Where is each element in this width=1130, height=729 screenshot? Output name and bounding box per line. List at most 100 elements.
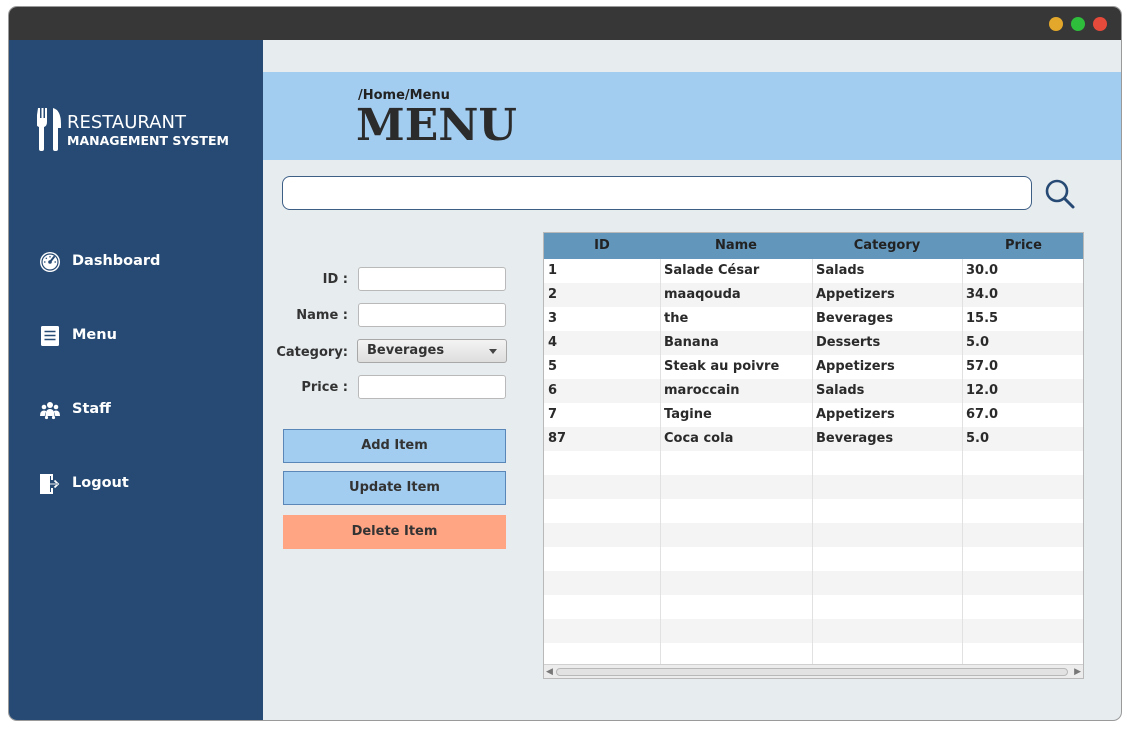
page-title: MENU	[356, 100, 517, 151]
menu-list-icon	[41, 326, 59, 346]
table-row-empty[interactable]	[544, 523, 1083, 547]
table-cell: Salade César	[664, 263, 760, 278]
staff-group-icon	[40, 402, 60, 420]
table-cell: 87	[548, 431, 567, 446]
dashboard-gauge-icon	[40, 252, 60, 272]
sidebar: RESTAURANT MANAGEMENT SYSTEM Dashboard M…	[9, 40, 263, 720]
menu-table: ID Name Category Price 1 Salade César Sala…	[543, 232, 1084, 679]
logo-title: RESTAURANT	[67, 112, 186, 133]
table-cell: Tagine	[664, 407, 712, 422]
table-row[interactable]: 5 Steak au poivre Appetizers 57.0	[544, 355, 1083, 379]
app-logo: RESTAURANT MANAGEMENT SYSTEM	[37, 107, 257, 155]
table-cell: Beverages	[816, 431, 894, 446]
column-divider	[660, 259, 661, 665]
table-cell: 12.0	[966, 383, 999, 398]
sidebar-item-label: Logout	[72, 475, 129, 491]
chevron-down-icon	[489, 349, 497, 354]
table-row[interactable]: 1 Salade César Salads 30.0	[544, 259, 1083, 283]
table-row-empty[interactable]	[544, 499, 1083, 523]
table-row[interactable]: 7 Tagine Appetizers 67.0	[544, 403, 1083, 427]
page-header: /Home/Menu MENU	[263, 72, 1121, 160]
maximize-button[interactable]	[1071, 17, 1085, 31]
table-cell: 4	[548, 335, 558, 350]
table-cell: 6	[548, 383, 558, 398]
logo-subtitle: MANAGEMENT SYSTEM	[67, 133, 229, 148]
name-field[interactable]	[358, 303, 506, 327]
table-cell: Coca cola	[664, 431, 734, 446]
sidebar-item-staff[interactable]: Staff	[39, 397, 239, 425]
category-selected-value: Beverages	[367, 343, 445, 358]
table-cell: 5	[548, 359, 558, 374]
sidebar-item-dashboard[interactable]: Dashboard	[39, 249, 239, 277]
table-cell: Beverages	[816, 311, 894, 326]
table-cell: 5.0	[966, 431, 990, 446]
table-row[interactable]: 4 Banana Desserts 5.0	[544, 331, 1083, 355]
search-input[interactable]	[282, 176, 1032, 210]
title-bar	[9, 7, 1121, 40]
table-cell: 7	[548, 407, 558, 422]
table-cell: Appetizers	[816, 287, 895, 302]
column-header-name[interactable]: Name	[660, 233, 812, 259]
table-cell: 1	[548, 263, 558, 278]
table-cell: 57.0	[966, 359, 999, 374]
price-label: Price :	[301, 380, 348, 395]
delete-item-button[interactable]: Delete Item	[283, 515, 506, 549]
table-cell: 15.5	[966, 311, 999, 326]
sidebar-item-label: Dashboard	[72, 253, 161, 269]
table-cell: 2	[548, 287, 558, 302]
table-row[interactable]: 2 maaqouda Appetizers 34.0	[544, 283, 1083, 307]
table-cell: 67.0	[966, 407, 999, 422]
table-cell: maroccain	[664, 383, 740, 398]
table-cell: Desserts	[816, 335, 881, 350]
table-row[interactable]: 3 the Beverages 15.5	[544, 307, 1083, 331]
add-item-button[interactable]: Add Item	[283, 429, 506, 463]
table-cell: Steak au poivre	[664, 359, 780, 374]
table-body: 1 Salade César Salads 30.0 2 maaqouda Appetize…	[544, 259, 1083, 665]
search-icon[interactable]	[1044, 178, 1076, 210]
table-header: ID Name Category Price	[544, 233, 1083, 259]
table-cell: 3	[548, 311, 558, 326]
name-label: Name :	[296, 308, 348, 323]
column-header-price[interactable]: Price	[962, 233, 1083, 259]
column-header-id[interactable]: ID	[544, 233, 660, 259]
horizontal-scrollbar[interactable]: ◀ ▶	[544, 664, 1083, 678]
table-row[interactable]: 6 maroccain Salads 12.0	[544, 379, 1083, 403]
logout-icon	[40, 474, 60, 494]
sidebar-item-label: Menu	[72, 327, 117, 343]
table-cell: 34.0	[966, 287, 999, 302]
table-cell: the	[664, 311, 689, 326]
update-item-button[interactable]: Update Item	[283, 471, 506, 505]
price-field[interactable]	[358, 375, 506, 399]
table-row-empty[interactable]	[544, 619, 1083, 643]
sidebar-item-logout[interactable]: Logout	[39, 471, 239, 499]
fork-knife-icon	[37, 108, 61, 151]
scroll-left-icon[interactable]: ◀	[546, 667, 553, 677]
category-select[interactable]: Beverages	[357, 339, 507, 363]
table-cell: Appetizers	[816, 359, 895, 374]
id-label: ID :	[322, 272, 348, 287]
table-cell: Salads	[816, 263, 865, 278]
table-cell: Appetizers	[816, 407, 895, 422]
scroll-right-icon[interactable]: ▶	[1074, 667, 1081, 677]
table-cell: Banana	[664, 335, 719, 350]
close-button[interactable]	[1093, 17, 1107, 31]
minimize-button[interactable]	[1049, 17, 1063, 31]
column-header-category[interactable]: Category	[812, 233, 962, 259]
table-row-empty[interactable]	[544, 451, 1083, 475]
table-row-empty[interactable]	[544, 571, 1083, 595]
column-divider	[812, 259, 813, 665]
table-row-empty[interactable]	[544, 547, 1083, 571]
table-row-empty[interactable]	[544, 475, 1083, 499]
id-field[interactable]	[358, 267, 506, 291]
table-row[interactable]: 87 Coca cola Beverages 5.0	[544, 427, 1083, 451]
sidebar-item-menu[interactable]: Menu	[39, 323, 239, 351]
category-label: Category:	[276, 345, 348, 360]
sidebar-item-label: Staff	[72, 401, 111, 417]
table-cell: 30.0	[966, 263, 999, 278]
table-cell: maaqouda	[664, 287, 741, 302]
table-cell: 5.0	[966, 335, 990, 350]
table-cell: Salads	[816, 383, 865, 398]
column-divider	[962, 259, 963, 665]
scrollbar-thumb[interactable]	[556, 668, 1068, 676]
table-row-empty[interactable]	[544, 595, 1083, 619]
